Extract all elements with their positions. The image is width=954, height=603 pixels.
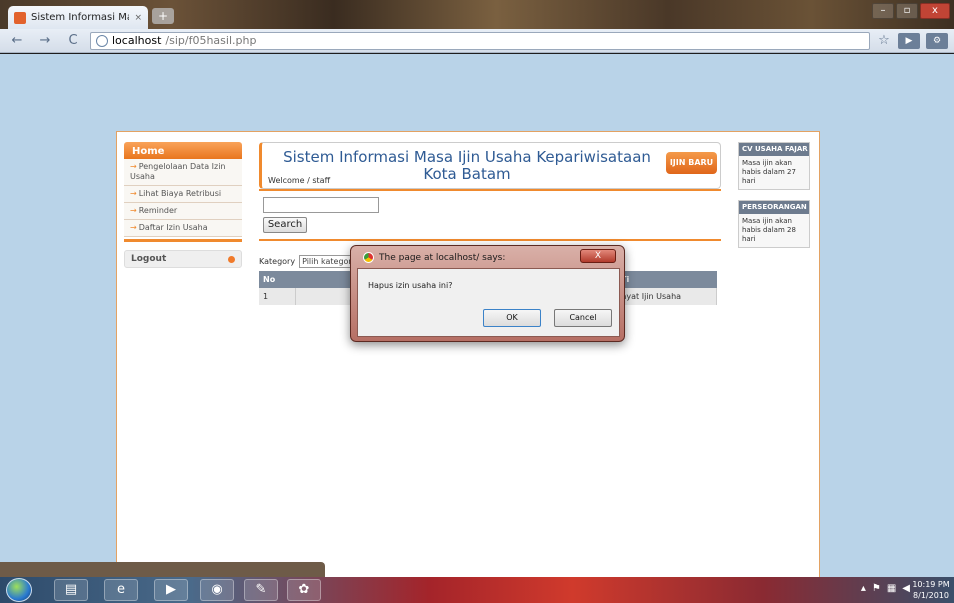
category-label: Kategory: [259, 257, 296, 266]
site-container: Home → Pengelolaan Data Izin Usaha → Lihat…: [116, 131, 820, 577]
editor-icon[interactable]: ✎: [244, 579, 278, 601]
system-tray: ▴ ⚑ ▦ ◀: [861, 583, 910, 594]
nav-item-biaya[interactable]: → Lihat Biaya Retribusi: [124, 186, 242, 203]
reminder-box: CV USAHA FAJAR Masa ijin akan habis dala…: [738, 142, 810, 190]
search-input[interactable]: [263, 197, 379, 213]
status-bubble: [0, 562, 325, 577]
url-path: /sip/f05hasil.php: [165, 34, 257, 47]
url-host: localhost: [112, 34, 162, 47]
left-navigation: Home → Pengelolaan Data Izin Usaha → Lihat…: [124, 142, 242, 268]
nav-item-label: Daftar Izin Usaha: [138, 223, 208, 232]
welcome-text: Welcome / staff: [268, 176, 331, 185]
bookmark-star-icon[interactable]: ☆: [876, 33, 892, 48]
reload-button[interactable]: C: [62, 32, 84, 50]
window-titlebar: Sistem Informasi Masa Iji... × + – ▫ x: [0, 0, 954, 29]
minimize-button[interactable]: –: [872, 3, 894, 19]
dialog-close-button[interactable]: X: [580, 249, 616, 263]
start-button[interactable]: [6, 578, 32, 602]
cell-type: ayat Ijin Usaha: [617, 288, 717, 305]
page-title: Sistem Informasi Masa Ijin Usaha Kepariw…: [283, 148, 651, 183]
browser-tab[interactable]: Sistem Informasi Masa Iji... ×: [8, 6, 148, 29]
nav-home[interactable]: Home: [124, 142, 242, 159]
ok-button[interactable]: OK: [483, 309, 541, 327]
nav-item-label: Lihat Biaya Retribusi: [138, 189, 222, 198]
paint-icon[interactable]: ✿: [287, 579, 321, 601]
reminder-sidebar: CV USAHA FAJAR Masa ijin akan habis dala…: [738, 142, 810, 258]
nav-item-pengelolaan[interactable]: → Pengelolaan Data Izin Usaha: [124, 159, 242, 186]
reminder-title: CV USAHA FAJAR: [739, 143, 809, 156]
nav-item-reminder[interactable]: → Reminder: [124, 203, 242, 220]
search-button[interactable]: Search: [263, 217, 307, 233]
reminder-text: Masa ijin akan habis dalam 27 hari: [742, 159, 796, 185]
internet-explorer-icon[interactable]: e: [104, 579, 138, 601]
logout-label: Logout: [131, 254, 167, 264]
arrow-icon: →: [130, 162, 137, 171]
network-icon[interactable]: ▦: [887, 583, 896, 594]
search-divider: [259, 239, 721, 241]
reminder-title: PERSEORANGAN: [739, 201, 809, 214]
window-controls: – ▫ x: [872, 3, 950, 19]
clock-time: 10:19 PM: [912, 580, 950, 589]
nav-item-label: Reminder: [138, 206, 178, 215]
address-bar[interactable]: localhost/sip/f05hasil.php: [90, 31, 870, 50]
windows-taskbar: ▤ e ▶ ◉ ✎ ✿ ▴ ⚑ ▦ ◀ 10:19 PM 8/1/2010: [0, 577, 954, 603]
browser-toolbar: ← → C localhost/sip/f05hasil.php ☆ ▶ ⚙: [0, 29, 954, 53]
forward-button[interactable]: →: [34, 32, 56, 50]
cell-no: 1: [259, 288, 296, 305]
tray-arrow-icon[interactable]: ▴: [861, 583, 866, 594]
wrench-menu-icon[interactable]: ⚙: [926, 32, 948, 49]
cancel-button[interactable]: Cancel: [554, 309, 612, 327]
explorer-icon[interactable]: ▤: [54, 579, 88, 601]
maximize-button[interactable]: ▫: [896, 3, 918, 19]
column-header-type: Ti: [617, 271, 717, 288]
arrow-icon: →: [130, 189, 137, 198]
favicon-icon: [14, 11, 26, 24]
confirm-dialog: The page at localhost/ says: X Hapus izi…: [350, 245, 625, 342]
nav-divider: [124, 239, 242, 242]
column-header-no: No: [259, 271, 295, 288]
globe-icon: [96, 34, 108, 47]
dialog-message: Hapus izin usaha ini?: [368, 281, 453, 290]
dialog-body: Hapus izin usaha ini? OK Cancel: [357, 268, 620, 337]
clock[interactable]: 10:19 PM 8/1/2010: [912, 579, 950, 601]
nav-item-label: Pengelolaan Data Izin Usaha: [130, 162, 226, 181]
tab-title: Sistem Informasi Masa Iji...: [31, 12, 129, 23]
dialog-title: The page at localhost/ says:: [379, 252, 506, 263]
volume-icon[interactable]: ◀: [902, 583, 910, 594]
clock-date: 8/1/2010: [913, 591, 949, 600]
page-menu-icon[interactable]: ▶: [898, 32, 920, 49]
chrome-taskbar-icon[interactable]: ◉: [200, 579, 234, 601]
logout-button[interactable]: Logout: [124, 250, 242, 268]
new-permit-button[interactable]: IJIN BARU: [666, 152, 717, 174]
back-button[interactable]: ←: [6, 32, 28, 50]
flag-icon[interactable]: ⚑: [872, 583, 881, 594]
tab-close-icon[interactable]: ×: [134, 13, 142, 23]
nav-item-daftar[interactable]: → Daftar Izin Usaha: [124, 220, 242, 237]
arrow-icon: →: [130, 223, 137, 232]
media-player-icon[interactable]: ▶: [154, 579, 188, 601]
page-header: Sistem Informasi Masa Ijin Usaha Kepariw…: [259, 142, 721, 189]
chrome-icon: [363, 252, 374, 263]
logout-icon: [228, 255, 235, 263]
reminder-box: PERSEORANGAN Masa ijin akan habis dalam …: [738, 200, 810, 248]
reminder-text: Masa ijin akan habis dalam 28 hari: [742, 217, 796, 243]
new-tab-button[interactable]: +: [152, 8, 174, 24]
close-window-button[interactable]: x: [920, 3, 950, 19]
arrow-icon: →: [130, 206, 137, 215]
dialog-titlebar: The page at localhost/ says:: [363, 252, 505, 263]
header-divider: [259, 189, 721, 191]
